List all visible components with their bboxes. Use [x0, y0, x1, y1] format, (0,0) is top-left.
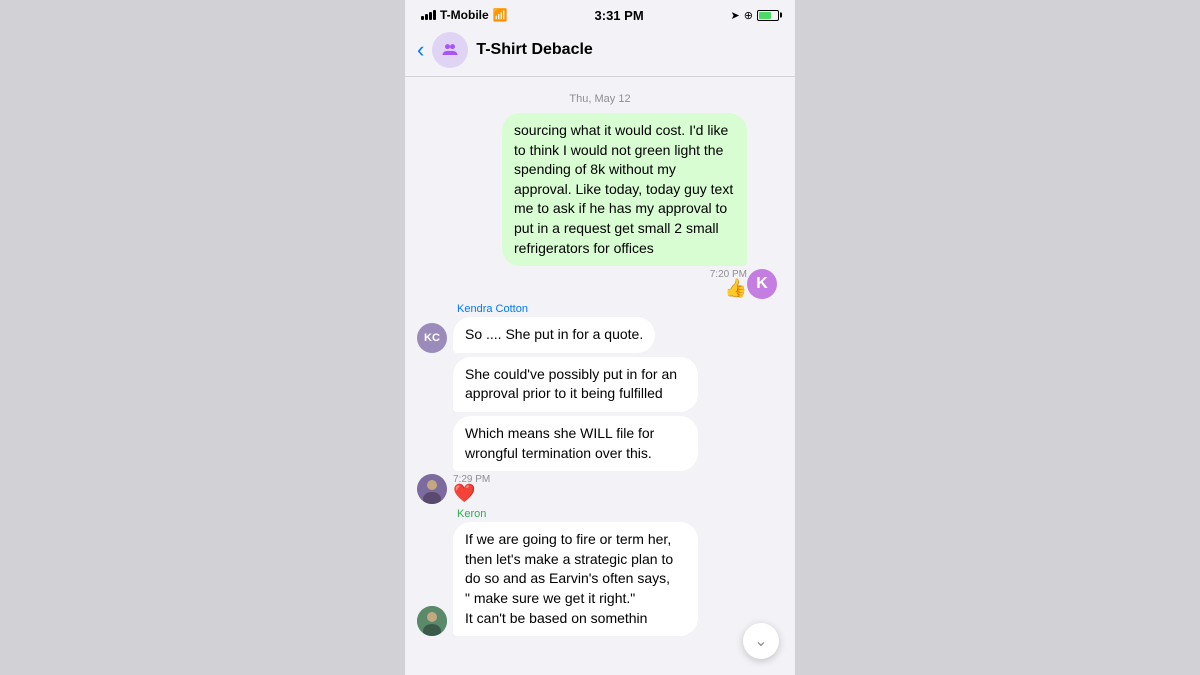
msg5-text: If we are going to fire or term her, the…: [465, 531, 673, 625]
battery-fill: [759, 12, 771, 19]
msg2-bubble: So .... She put in for a quote.: [453, 317, 655, 353]
status-bar: T-Mobile 📶 3:31 PM ➤ ⊕: [405, 0, 795, 28]
kendra-avatar: KC: [417, 323, 447, 353]
keron-bubble-wrapper: Keron If we are going to fire or term he…: [453, 508, 698, 636]
chat-title: T-Shirt Debacle: [476, 41, 592, 59]
msg1-text: sourcing what it would cost. I'd like to…: [514, 122, 733, 256]
msg4-reaction: ❤️: [453, 483, 698, 504]
msg4-text: Which means she WILL file for wrongful t…: [465, 425, 654, 461]
wifi-icon: 📶: [493, 8, 508, 22]
msg-row: sourcing what it would cost. I'd like to…: [417, 113, 783, 299]
signal-bars: [421, 10, 436, 20]
msg4-wrapper: Which means she WILL file for wrongful t…: [453, 416, 698, 504]
msg2-text: So .... She put in for a quote.: [465, 326, 643, 342]
msg-row: She could've possibly put in for an appr…: [417, 357, 783, 412]
battery-icon: [757, 10, 779, 21]
date-divider: Thu, May 12: [417, 93, 783, 105]
keron-avatar: [417, 606, 447, 636]
bar1: [421, 16, 424, 20]
msg-row: Keron If we are going to fire or term he…: [417, 508, 783, 636]
phone-frame: T-Mobile 📶 3:31 PM ➤ ⊕ ‹ T-Shirt Debacle…: [405, 0, 795, 675]
sender-name-keron: Keron: [457, 508, 698, 520]
bar3: [429, 12, 432, 20]
msg3-bubble: She could've possibly put in for an appr…: [453, 357, 698, 412]
bar2: [425, 14, 428, 20]
keron-photo: [417, 606, 447, 636]
group-icon: [440, 40, 460, 60]
chevron-down-icon: ⌄: [754, 631, 767, 651]
carrier-label: T-Mobile: [440, 8, 489, 22]
outgoing-bubble: sourcing what it would cost. I'd like to…: [502, 113, 747, 266]
msg3-wrapper: She could've possibly put in for an appr…: [453, 357, 698, 412]
msg4-bubble: Which means she WILL file for wrongful t…: [453, 416, 698, 471]
status-left: T-Mobile 📶: [421, 8, 508, 22]
msg-row: KC Kendra Cotton So .... She put in for …: [417, 303, 783, 353]
msg1-reaction: 👍: [502, 278, 747, 299]
time-display: 3:31 PM: [595, 8, 644, 23]
group-avatar: [432, 32, 468, 68]
status-right: ➤ ⊕: [731, 9, 779, 22]
kendra-avatar2: [417, 474, 447, 504]
scroll-down-button[interactable]: ⌄: [743, 623, 779, 659]
nav-bar: ‹ T-Shirt Debacle: [405, 28, 795, 77]
location-icon: ➤: [731, 9, 740, 22]
outgoing-avatar: K: [747, 269, 777, 299]
kendra-bubble-wrapper: Kendra Cotton So .... She put in for a q…: [453, 303, 655, 353]
msg-row: Which means she WILL file for wrongful t…: [417, 416, 783, 504]
k-letter: K: [756, 275, 768, 293]
sender-name-kendra: Kendra Cotton: [457, 303, 655, 315]
outgoing-bubble-wrapper: sourcing what it would cost. I'd like to…: [502, 113, 747, 299]
bar4: [433, 10, 436, 20]
settings-icon: ⊕: [744, 9, 753, 22]
msg5-bubble: If we are going to fire or term her, the…: [453, 522, 698, 636]
messages-area[interactable]: Thu, May 12 sourcing what it would cost.…: [405, 77, 795, 675]
back-button[interactable]: ‹: [417, 37, 424, 63]
kendra-photo: [417, 474, 447, 504]
msg3-text: She could've possibly put in for an appr…: [465, 366, 677, 402]
